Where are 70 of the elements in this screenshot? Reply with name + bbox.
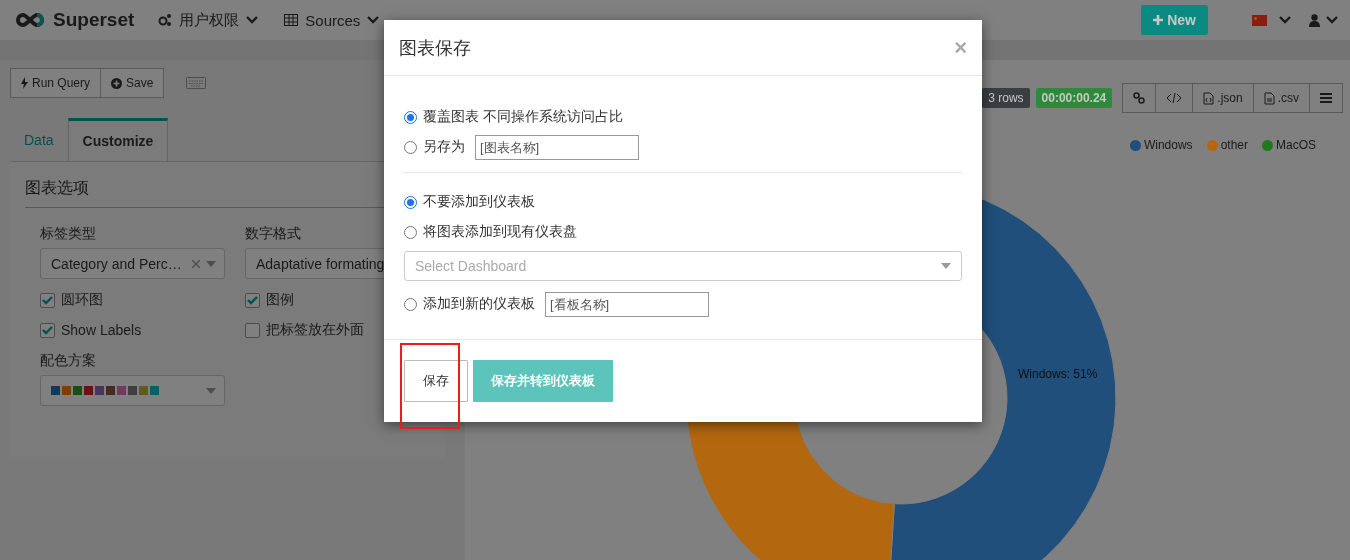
radio-button[interactable] <box>404 140 417 154</box>
radio-label[interactable]: 将图表添加到现有仪表盘 <box>423 223 577 241</box>
plus-circle-icon <box>111 77 123 89</box>
nav-menu-item[interactable]: 用户权限 <box>158 10 259 30</box>
checkbox-label[interactable]: 把标签放在外面 <box>245 321 430 339</box>
field-label: 数字格式 <box>245 225 301 243</box>
logo-icon <box>15 12 45 28</box>
code-icon <box>1166 93 1183 103</box>
checkbox[interactable] <box>40 322 55 338</box>
user-icon[interactable] <box>1309 13 1320 27</box>
tab[interactable]: Customize <box>67 118 169 161</box>
link-button[interactable] <box>1122 83 1157 113</box>
radio-label[interactable]: 添加到新的仪表板 <box>423 295 535 313</box>
field-label: 配色方案 <box>40 352 96 370</box>
save-button[interactable]: 保存 <box>404 360 468 402</box>
run-query-button[interactable]: Run Query <box>10 68 102 98</box>
radio-button[interactable] <box>404 195 417 209</box>
check-icon <box>42 295 53 305</box>
legend-item[interactable]: other <box>1206 138 1248 152</box>
clear-icon <box>192 259 200 268</box>
select-field[interactable]: Category and Perc… <box>40 248 225 279</box>
plus-icon <box>1153 15 1164 25</box>
slice-label: Windows: 51% <box>1018 367 1098 381</box>
checkbox-label[interactable]: 圆环图 <box>40 291 225 309</box>
radio-label[interactable]: 另存为 <box>423 138 465 156</box>
json-button[interactable]: .json <box>1192 83 1254 113</box>
dashboard-select[interactable]: Select Dashboard <box>404 251 962 281</box>
radio-button[interactable] <box>404 110 417 124</box>
check-icon <box>42 325 53 335</box>
legend-item[interactable]: Windows <box>1129 138 1193 152</box>
chart-name-field[interactable]: [图表名称] <box>475 134 639 160</box>
brand-name: Superset <box>53 9 135 31</box>
caret-icon <box>1279 16 1291 24</box>
csv-button[interactable]: .csv <box>1252 83 1310 113</box>
checkbox-label[interactable]: Show Labels <box>40 321 225 339</box>
new-button[interactable]: New <box>1141 5 1208 35</box>
dropdown-arrow-icon <box>941 263 951 269</box>
menu-icon <box>1320 93 1332 103</box>
dropdown-arrow-icon <box>206 260 216 267</box>
check-icon <box>247 295 258 305</box>
checkbox[interactable] <box>40 292 55 308</box>
keyboard-icon[interactable] <box>186 77 207 89</box>
duration-badge: 00:00:00.24 <box>1035 88 1113 108</box>
flag-icon[interactable] <box>1252 14 1267 26</box>
file-code-icon <box>1203 91 1215 105</box>
checkbox[interactable] <box>245 292 260 308</box>
nav-menu-item[interactable]: Sources <box>284 11 380 29</box>
radio-button[interactable] <box>404 297 417 311</box>
gears-icon <box>158 13 173 27</box>
dialog-title: 图表保存 <box>399 36 472 60</box>
radio-label[interactable]: 覆盖图表 不同操作系统访问占比 <box>423 108 623 126</box>
menu-button[interactable] <box>1309 83 1343 113</box>
legend-item[interactable]: MacOS <box>1262 138 1316 152</box>
file-text-icon <box>1263 91 1275 105</box>
save-button[interactable]: Save <box>100 68 165 98</box>
table-icon <box>284 14 299 26</box>
checkbox[interactable] <box>245 322 260 338</box>
link-icon <box>1133 92 1146 104</box>
caret-icon <box>367 16 380 24</box>
dashboard-name-field[interactable]: [看板名称] <box>545 291 709 317</box>
caret-icon <box>1326 16 1338 24</box>
close-button[interactable]: × <box>954 34 967 61</box>
code-button[interactable] <box>1155 83 1194 113</box>
row-count-badge: 3 rows <box>982 88 1030 108</box>
bolt-icon <box>21 77 28 89</box>
color-scheme-select[interactable] <box>40 375 225 406</box>
radio-button[interactable] <box>404 225 417 239</box>
dropdown-arrow-icon <box>206 387 216 394</box>
field-label: 标签类型 <box>40 225 96 243</box>
caret-icon <box>246 16 259 24</box>
